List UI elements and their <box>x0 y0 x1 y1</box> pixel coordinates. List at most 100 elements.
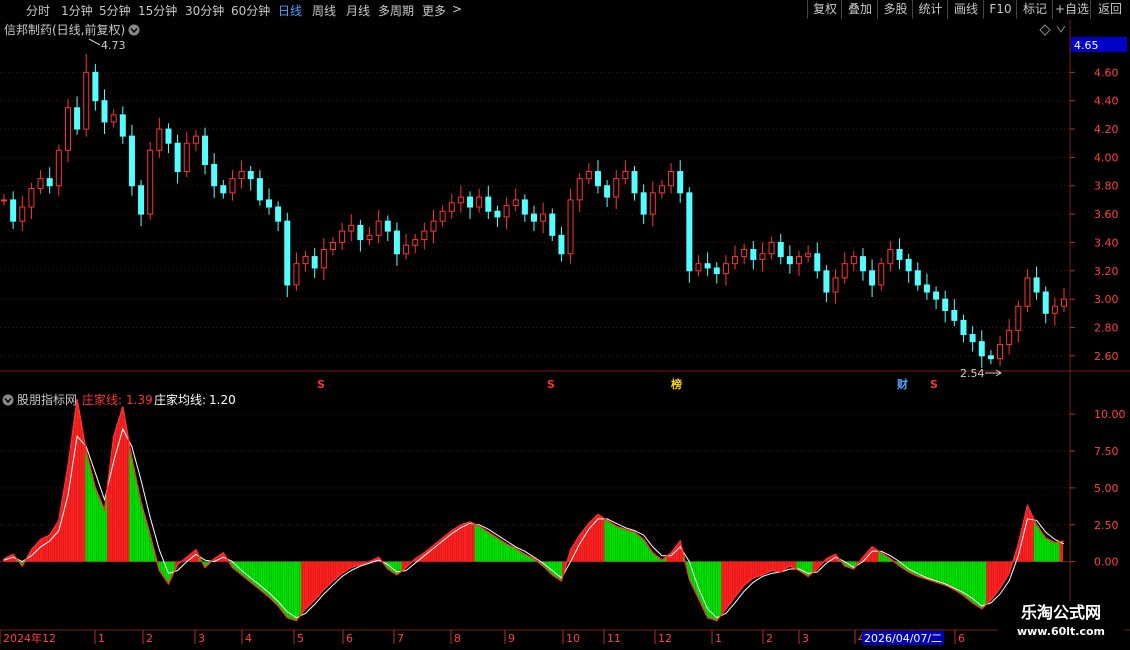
indicator-bar <box>783 561 786 570</box>
period-tab-10[interactable]: 更多 <box>422 2 446 19</box>
title-dropdown-icon[interactable] <box>128 24 140 36</box>
indicator-bar <box>41 538 44 562</box>
indicator-dropdown-icon[interactable] <box>2 394 14 406</box>
indicator-bar <box>989 561 992 600</box>
chart-area[interactable]: 信邦制药(日线,前复权) 4.65 4.60 4.40 4.20 4.00 3.80 3.… <box>0 20 1130 650</box>
indicator-bar <box>339 561 342 575</box>
period-tab-2[interactable]: 5分钟 <box>99 2 131 19</box>
indicator-bar <box>291 561 294 620</box>
candle-body <box>722 263 729 275</box>
indicator-bar <box>750 561 753 580</box>
period-tab-8[interactable]: 月线 <box>346 2 370 19</box>
indicator-bar <box>759 561 762 576</box>
indicator-bar <box>957 561 959 593</box>
stock-title: 信邦制药(日线,前复权) <box>4 22 125 37</box>
period-tab-4[interactable]: 30分钟 <box>185 2 224 19</box>
indicator-bar <box>74 412 77 562</box>
candle-body <box>110 114 117 123</box>
indicator-bar <box>456 527 459 562</box>
candle-body <box>46 178 53 187</box>
indicator-bar <box>326 561 329 587</box>
indicator-bar <box>90 473 93 562</box>
event-mark[interactable]: S <box>930 378 938 391</box>
period-tab-0[interactable]: 分时 <box>26 2 50 19</box>
candle-body <box>74 107 81 130</box>
indicator-bar <box>677 543 680 562</box>
indicator-bar <box>321 561 323 592</box>
indicator-bar <box>61 498 64 562</box>
tool-button-6[interactable]: 标记 <box>1016 0 1053 19</box>
period-tab-3[interactable]: 15分钟 <box>138 2 177 19</box>
indicator-bar <box>308 561 311 606</box>
indicator-bar <box>1037 527 1040 562</box>
candle-body <box>859 256 866 272</box>
indicator-bar <box>931 561 934 582</box>
event-mark[interactable]: 财 <box>896 377 908 391</box>
period-tab-7[interactable]: 周线 <box>312 2 336 19</box>
period-tab-1[interactable]: 1分钟 <box>61 2 93 19</box>
candle-body <box>686 192 693 272</box>
indicator-bar <box>449 532 451 562</box>
watermark-url: www.60lt.com <box>1016 625 1106 638</box>
indicator-bar <box>300 561 303 614</box>
indicator-bar <box>734 561 736 598</box>
indicator-bar <box>611 523 614 562</box>
tool-button-4[interactable]: 画线 <box>947 0 984 19</box>
candle-body <box>339 230 346 243</box>
indicator-bar <box>988 561 990 602</box>
event-mark[interactable]: S <box>547 378 555 391</box>
candle-body <box>649 192 656 215</box>
candle-body <box>1061 298 1067 307</box>
candle-body <box>37 178 44 190</box>
tool-button-7[interactable]: +自选 <box>1052 0 1091 19</box>
indicator-bar <box>1002 561 1005 583</box>
time-tick-label: 5 <box>297 632 304 645</box>
indicator-bar <box>523 554 526 562</box>
more-arrow-icon[interactable]: > <box>452 2 462 16</box>
candle-body <box>202 135 209 165</box>
line2-value: 1.20 <box>209 393 236 407</box>
candle-body <box>494 210 501 218</box>
price-tick-label: 3.20 <box>1094 265 1119 278</box>
indicator-bar <box>730 561 733 602</box>
indicator-bar <box>463 523 466 562</box>
indicator-bar <box>810 561 813 574</box>
price-tick-label: 3.40 <box>1094 236 1119 249</box>
event-mark[interactable]: 榜 <box>671 377 682 391</box>
candle-body <box>1024 277 1031 307</box>
indicator-bar <box>975 561 978 606</box>
tool-button-3[interactable]: 统计 <box>912 0 948 19</box>
indicator-bar <box>999 561 1001 589</box>
indicator-bar <box>310 561 312 604</box>
period-tab-6[interactable]: 日线 <box>278 2 302 19</box>
indicator-bar <box>576 538 579 562</box>
candle-body <box>293 263 300 286</box>
candle-body <box>759 253 766 260</box>
indicator-bar <box>695 561 698 595</box>
candle-body <box>430 220 437 232</box>
indicator-bar <box>642 539 645 562</box>
event-mark[interactable]: S <box>317 378 325 391</box>
indicator-bar <box>72 425 75 562</box>
indicator-bar <box>242 561 245 577</box>
candle-body <box>942 298 949 311</box>
indicator-bar <box>911 561 914 574</box>
tool-button-5[interactable]: F10 <box>983 0 1017 19</box>
period-tab-9[interactable]: 多周期 <box>378 2 414 19</box>
candle-body <box>1042 291 1049 314</box>
indicator-bar <box>582 530 585 562</box>
tool-button-8[interactable]: 返回 <box>1090 0 1129 19</box>
candle-body <box>987 355 994 360</box>
indicator-bar <box>600 516 603 562</box>
tool-button-1[interactable]: 叠加 <box>841 0 878 19</box>
time-tick-label: 10 <box>566 632 580 645</box>
indicator-bar <box>947 561 950 587</box>
indicator-bar <box>297 561 300 619</box>
candle-body <box>741 249 748 258</box>
indicator-bar <box>997 561 1000 591</box>
tool-button-2[interactable]: 多股 <box>877 0 913 19</box>
indicator-bar <box>52 529 55 562</box>
period-tab-5[interactable]: 60分钟 <box>231 2 270 19</box>
candle-body <box>311 256 318 269</box>
tool-button-0[interactable]: 复权 <box>807 0 842 19</box>
